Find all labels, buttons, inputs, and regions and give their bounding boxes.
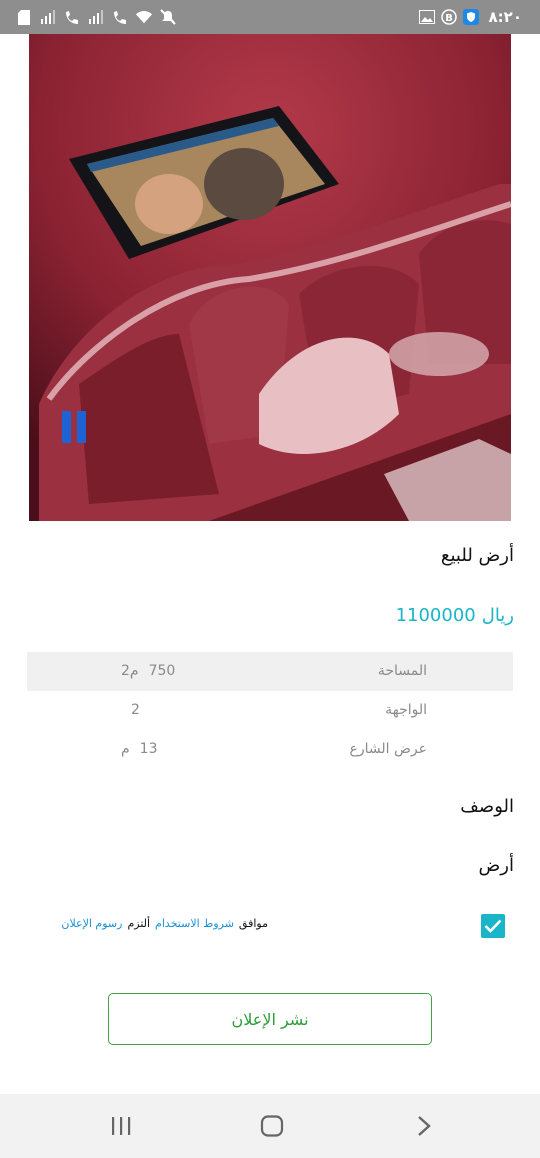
fees-link[interactable]: رسوم الإعلان bbox=[61, 917, 122, 930]
listing-title: أرض للبيع bbox=[440, 545, 514, 566]
description-heading: الوصف bbox=[460, 796, 514, 817]
agree-checkbox[interactable] bbox=[481, 914, 505, 938]
wifi-call-icon bbox=[64, 9, 80, 25]
signal-icon bbox=[88, 9, 104, 25]
wifi-call-icon bbox=[112, 9, 128, 25]
media-frame-illustration bbox=[29, 34, 511, 521]
back-icon bbox=[418, 1116, 431, 1136]
spec-row-street-width: عرض الشارع 13 م bbox=[27, 730, 513, 769]
status-bar: B ٨:٢٠ bbox=[0, 0, 540, 34]
status-left-icons bbox=[16, 0, 176, 34]
spec-row-area: المساحة 750 م2 bbox=[27, 652, 513, 691]
spec-value: 750 م2 bbox=[121, 663, 175, 679]
terms-link[interactable]: شروط الاستخدام bbox=[155, 917, 234, 930]
spec-value: 13 م bbox=[121, 741, 158, 757]
b-badge-icon: B bbox=[440, 9, 457, 25]
status-right-icons: B ٨:٢٠ bbox=[418, 0, 522, 34]
spec-label: الواجهة bbox=[385, 702, 427, 718]
spec-row-frontage: الواجهة 2 bbox=[27, 691, 513, 730]
commit-label: ألتزم bbox=[127, 917, 151, 930]
spec-label: المساحة bbox=[377, 663, 427, 679]
pause-icon-bar-left bbox=[62, 411, 71, 443]
spec-number: 13 bbox=[139, 741, 158, 757]
check-icon bbox=[484, 919, 502, 933]
pause-button[interactable] bbox=[62, 411, 90, 443]
spec-unit: م bbox=[121, 741, 130, 757]
sd-card-icon bbox=[16, 9, 32, 25]
listing-price: ريال 1100000 bbox=[396, 605, 514, 626]
shield-app-icon bbox=[462, 9, 479, 25]
spec-number: 2 bbox=[131, 702, 140, 718]
price-value: 1100000 bbox=[395, 605, 476, 626]
spec-value: 2 bbox=[121, 702, 140, 718]
recent-apps-button[interactable] bbox=[101, 1112, 141, 1140]
wifi-icon bbox=[136, 9, 152, 25]
signal-icon bbox=[40, 9, 56, 25]
agreement-text: موافق شروط الاستخدام ألتزم رسوم الإعلان bbox=[28, 917, 268, 930]
home-icon bbox=[260, 1115, 284, 1137]
spec-label: عرض الشارع bbox=[349, 741, 427, 757]
listing-media[interactable] bbox=[29, 34, 511, 521]
back-button[interactable] bbox=[404, 1112, 444, 1140]
price-currency: ريال bbox=[481, 605, 514, 626]
clock-time: ٨:٢٠ bbox=[488, 8, 522, 26]
svg-text:B: B bbox=[445, 13, 453, 24]
spec-number: 750 bbox=[148, 663, 176, 679]
system-nav-bar bbox=[0, 1094, 540, 1158]
spec-unit: م2 bbox=[121, 663, 139, 679]
publish-ad-button[interactable]: نشر الإعلان bbox=[108, 993, 432, 1045]
agree-label: موافق bbox=[238, 917, 268, 930]
home-button[interactable] bbox=[252, 1112, 292, 1140]
specs-table: المساحة 750 م2 الواجهة 2 عرض الشارع 13 م bbox=[27, 652, 513, 769]
mute-icon bbox=[160, 9, 176, 25]
recent-apps-icon bbox=[112, 1117, 131, 1135]
pause-icon-bar-right bbox=[77, 411, 86, 443]
gallery-icon bbox=[418, 9, 435, 25]
description-text: أرض bbox=[478, 855, 514, 876]
